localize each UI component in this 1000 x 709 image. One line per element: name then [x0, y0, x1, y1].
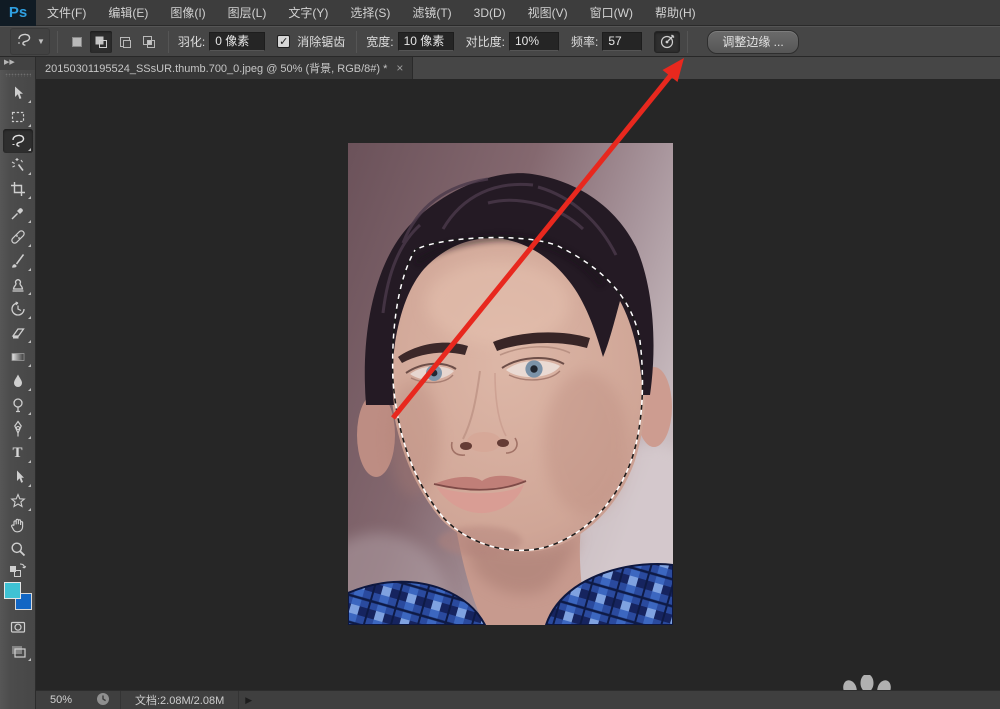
document-title: 20150301195524_SSsUR.thumb.700_0.jpeg @ …: [45, 63, 388, 75]
screen-mode-button[interactable]: [3, 639, 33, 663]
menu-view[interactable]: 视图(V): [517, 0, 579, 26]
status-bar: 50% 文档:2.08M/2.08M ▶: [36, 690, 1000, 709]
canvas-area[interactable]: Bai du 经验 jingyan.baidu.com: [36, 79, 1000, 690]
refine-edge-button[interactable]: 调整边缘 ...: [707, 29, 799, 54]
feather-input[interactable]: 0 像素: [209, 32, 266, 51]
move-tool[interactable]: [3, 81, 33, 105]
crop-tool[interactable]: [3, 177, 33, 201]
separator: [356, 30, 358, 53]
menu-select[interactable]: 选择(S): [339, 0, 401, 26]
menu-3d[interactable]: 3D(D): [463, 0, 517, 26]
width-label: 宽度:: [366, 35, 394, 49]
healing-brush-tool[interactable]: [3, 225, 33, 249]
menu-file[interactable]: 文件(F): [36, 0, 97, 26]
baidu-jingyan-watermark: Bai du 经验 jingyan.baidu.com: [766, 674, 1000, 690]
type-tool[interactable]: T: [3, 441, 33, 465]
photoshop-window: Ps 文件(F) 编辑(E) 图像(I) 图层(L) 文字(Y) 选择(S) 滤…: [0, 0, 1000, 709]
hand-tool[interactable]: [3, 513, 33, 537]
pen-pressure-button[interactable]: [654, 30, 681, 53]
separator: [167, 30, 169, 53]
baidu-paw-icon: du: [836, 674, 898, 690]
separator: [56, 30, 58, 53]
menu-layer[interactable]: 图层(L): [217, 0, 278, 26]
foreground-color-swatch[interactable]: [3, 582, 21, 599]
zoom-tool[interactable]: [3, 537, 33, 561]
document-image[interactable]: [308, 143, 743, 690]
custom-shape-tool[interactable]: [3, 489, 33, 513]
new-selection-button[interactable]: [66, 31, 88, 53]
menu-bar: Ps 文件(F) 编辑(E) 图像(I) 图层(L) 文字(Y) 选择(S) 滤…: [0, 0, 1000, 26]
blur-tool[interactable]: [3, 369, 33, 393]
menu-edit[interactable]: 编辑(E): [97, 0, 159, 26]
contrast-label: 对比度:: [465, 35, 505, 49]
status-icon[interactable]: [96, 692, 110, 709]
status-expand-icon[interactable]: ▶: [245, 695, 252, 706]
type-tool-glyph: T: [12, 444, 23, 461]
menu-window[interactable]: 窗口(W): [579, 0, 644, 26]
magnetic-lasso-icon: [15, 31, 33, 52]
subtract-from-selection-button[interactable]: [114, 31, 136, 53]
menu-type[interactable]: 文字(Y): [277, 0, 339, 26]
brush-tool[interactable]: [3, 249, 33, 273]
marquee-tool[interactable]: [3, 105, 33, 129]
photoshop-logo: Ps: [0, 0, 36, 26]
menu-help[interactable]: 帮助(H): [644, 0, 707, 26]
close-icon[interactable]: ×: [396, 62, 403, 74]
menu-filter[interactable]: 滤镜(T): [401, 0, 462, 26]
swap-colors-icon[interactable]: [3, 561, 33, 579]
gradient-tool[interactable]: [3, 345, 33, 369]
document-tab-bar: 20150301195524_SSsUR.thumb.700_0.jpeg @ …: [36, 57, 1000, 79]
frequency-label: 频率:: [570, 35, 599, 49]
history-brush-tool[interactable]: [3, 297, 33, 321]
antialias-checkbox[interactable]: ✓: [277, 35, 291, 48]
separator: [687, 30, 689, 53]
eyedropper-tool[interactable]: [3, 201, 33, 225]
contrast-input[interactable]: 10%: [508, 32, 559, 51]
feather-label: 羽化:: [177, 35, 206, 49]
chevron-down-icon: ▼: [37, 37, 45, 46]
dodge-tool[interactable]: [3, 393, 33, 417]
panel-grip[interactable]: [4, 73, 31, 77]
tools-panel: ▶▶ T: [0, 57, 36, 709]
clone-stamp-tool[interactable]: [3, 273, 33, 297]
magnetic-lasso-tool[interactable]: [2, 129, 33, 153]
antialias-label: 消除锯齿: [297, 35, 346, 49]
menu-image[interactable]: 图像(I): [159, 0, 216, 26]
tool-options-bar: ▼ 羽化: 0 像素 ✓ 消除锯齿 宽度: 10 像素 对比度: 10% 频率:…: [0, 26, 1000, 57]
document-tab[interactable]: 20150301195524_SSsUR.thumb.700_0.jpeg @ …: [36, 57, 414, 79]
width-input[interactable]: 10 像素: [397, 32, 454, 51]
color-swatches[interactable]: [3, 581, 33, 611]
quick-selection-tool[interactable]: [3, 153, 33, 177]
document-size-info: 文档:2.08M/2.08M: [120, 691, 240, 709]
intersect-selection-button[interactable]: [138, 31, 160, 53]
zoom-level-field[interactable]: 50%: [50, 694, 96, 706]
pen-tool[interactable]: [3, 417, 33, 441]
tool-preset-picker[interactable]: ▼: [10, 28, 50, 55]
eraser-tool[interactable]: [3, 321, 33, 345]
quick-mask-button[interactable]: [3, 615, 33, 639]
path-selection-tool[interactable]: [3, 465, 33, 489]
frequency-input[interactable]: 57: [602, 32, 643, 51]
add-to-selection-button[interactable]: [89, 30, 112, 53]
collapse-panel-button[interactable]: ▶▶: [0, 57, 35, 70]
